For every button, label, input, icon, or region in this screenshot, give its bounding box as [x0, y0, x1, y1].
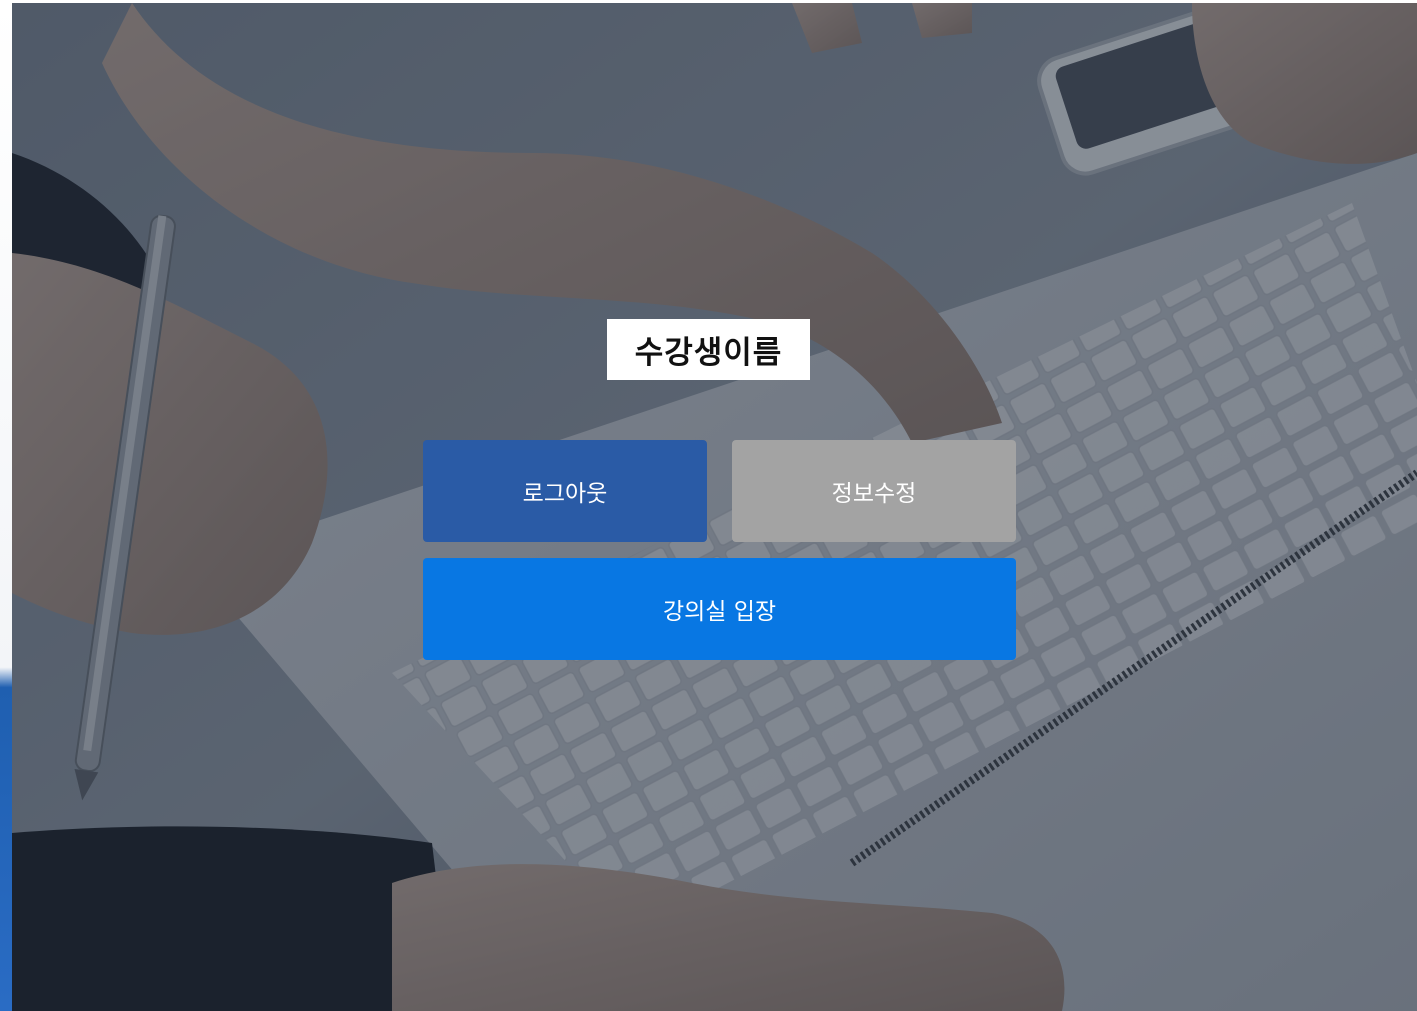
- enter-classroom-button[interactable]: 강의실 입장: [423, 558, 1016, 660]
- account-panel: 수강생이름 로그아웃 정보수정 강의실 입장: [0, 0, 1417, 1011]
- login-landing-page: 수강생이름 로그아웃 정보수정 강의실 입장: [0, 0, 1417, 1011]
- edit-info-button[interactable]: 정보수정: [732, 440, 1016, 542]
- logout-button[interactable]: 로그아웃: [423, 440, 707, 542]
- student-name-label: 수강생이름: [607, 319, 810, 380]
